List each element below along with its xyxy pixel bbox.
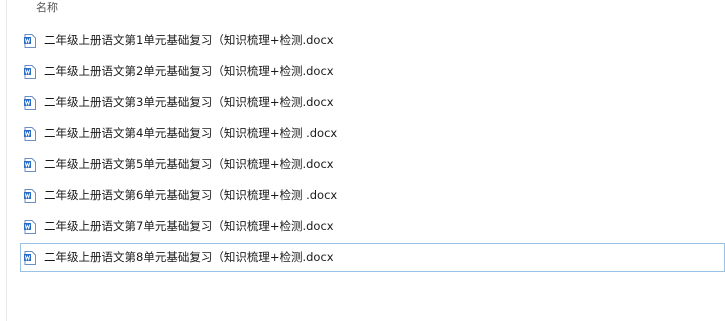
word-document-icon [24, 158, 36, 172]
word-document-icon [24, 220, 36, 234]
word-document-icon [24, 127, 36, 141]
file-row[interactable]: 二年级上册语文第7单元基础复习（知识梳理+检测.docx [20, 212, 725, 241]
file-name: 二年级上册语文第5单元基础复习（知识梳理+检测.docx [44, 157, 334, 171]
column-header-name[interactable]: 名称 [7, 0, 725, 20]
file-name: 二年级上册语文第6单元基础复习（知识梳理+检测 .docx [44, 188, 338, 202]
file-name: 二年级上册语文第2单元基础复习（知识梳理+检测.docx [44, 64, 334, 78]
file-name: 二年级上册语文第3单元基础复习（知识梳理+检测.docx [44, 95, 334, 109]
word-document-icon [24, 34, 36, 48]
word-document-icon [24, 251, 36, 265]
file-row[interactable]: 二年级上册语文第3单元基础复习（知识梳理+检测.docx [20, 88, 725, 117]
pane-divider [6, 0, 7, 321]
column-header-label: 名称 [36, 1, 58, 14]
file-name: 二年级上册语文第4单元基础复习（知识梳理+检测 .docx [44, 126, 338, 140]
word-document-icon [24, 65, 36, 79]
word-document-icon [24, 189, 36, 203]
word-document-icon [24, 96, 36, 110]
file-row-selected[interactable]: 二年级上册语文第8单元基础复习（知识梳理+检测.docx [20, 243, 725, 272]
file-name: 二年级上册语文第8单元基础复习（知识梳理+检测.docx [44, 250, 334, 264]
file-row[interactable]: 二年级上册语文第2单元基础复习（知识梳理+检测.docx [20, 57, 725, 86]
file-row[interactable]: 二年级上册语文第4单元基础复习（知识梳理+检测 .docx [20, 119, 725, 148]
file-list: 二年级上册语文第1单元基础复习（知识梳理+检测.docx 二年级上册语文第2单元… [20, 26, 725, 274]
file-name: 二年级上册语文第1单元基础复习（知识梳理+检测.docx [44, 33, 334, 47]
file-row[interactable]: 二年级上册语文第5单元基础复习（知识梳理+检测.docx [20, 150, 725, 179]
file-name: 二年级上册语文第7单元基础复习（知识梳理+检测.docx [44, 219, 334, 233]
file-list-pane: 名称 二年级上册语文第1单元基础复习（知识梳理+检测.docx 二年级上册语文第… [0, 0, 725, 321]
file-row[interactable]: 二年级上册语文第6单元基础复习（知识梳理+检测 .docx [20, 181, 725, 210]
file-row[interactable]: 二年级上册语文第1单元基础复习（知识梳理+检测.docx [20, 26, 725, 55]
